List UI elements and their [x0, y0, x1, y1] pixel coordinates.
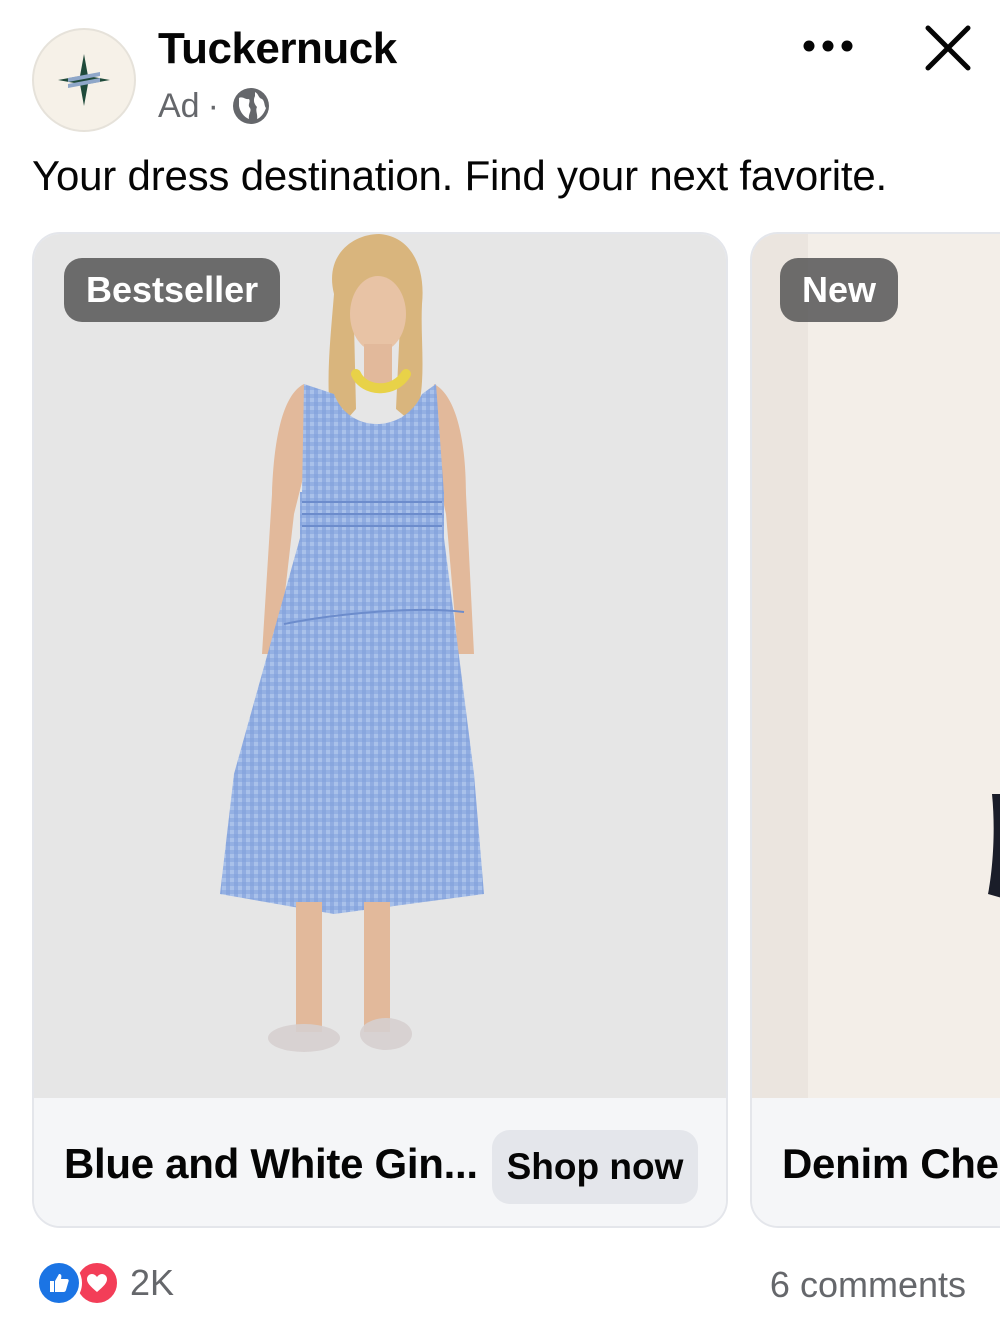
close-icon[interactable]	[920, 20, 976, 76]
comments-link[interactable]: 6 comments	[770, 1264, 966, 1306]
globe-icon	[232, 88, 269, 124]
product-image[interactable]: Bestseller	[34, 234, 726, 1098]
bestseller-badge: Bestseller	[64, 258, 281, 322]
carousel-card[interactable]: New Denim Ches	[750, 232, 1000, 1228]
post-header: Tuckernuck Ad ·	[0, 0, 1000, 150]
product-title[interactable]: Blue and White Gin...	[64, 1140, 478, 1188]
sponsored-label: Ad	[158, 86, 200, 125]
tuckernuck-star-logo-icon	[58, 54, 110, 106]
post-caption: Your dress destination. Find your next f…	[32, 152, 887, 199]
card-footer: Denim Ches	[752, 1098, 1000, 1226]
card-footer: Blue and White Gin... Shop now	[34, 1098, 726, 1226]
model-in-dark-outfit-image	[752, 234, 1000, 1098]
product-title[interactable]: Denim Ches	[782, 1140, 1000, 1188]
product-image[interactable]: New	[752, 234, 1000, 1098]
shop-now-button[interactable]: Shop now	[492, 1130, 698, 1204]
reaction-count: 2K	[130, 1262, 175, 1303]
model-in-gingham-dress-image	[220, 234, 484, 1052]
more-options-icon	[803, 40, 853, 52]
page-avatar[interactable]	[32, 28, 136, 132]
post-meta: Ad ·	[158, 86, 271, 126]
engagement-bar: 2K 6 comments	[0, 1250, 1000, 1320]
reactions-summary[interactable]: 2K	[36, 1260, 174, 1306]
meta-separator: ·	[207, 86, 219, 125]
page-name[interactable]: Tuckernuck	[158, 24, 397, 74]
new-badge: New	[780, 258, 899, 322]
more-options-button[interactable]	[798, 26, 858, 66]
carousel-card[interactable]: Bestseller Blue and White Gin... Shop no…	[32, 232, 728, 1228]
like-reaction-icon	[36, 1260, 82, 1306]
